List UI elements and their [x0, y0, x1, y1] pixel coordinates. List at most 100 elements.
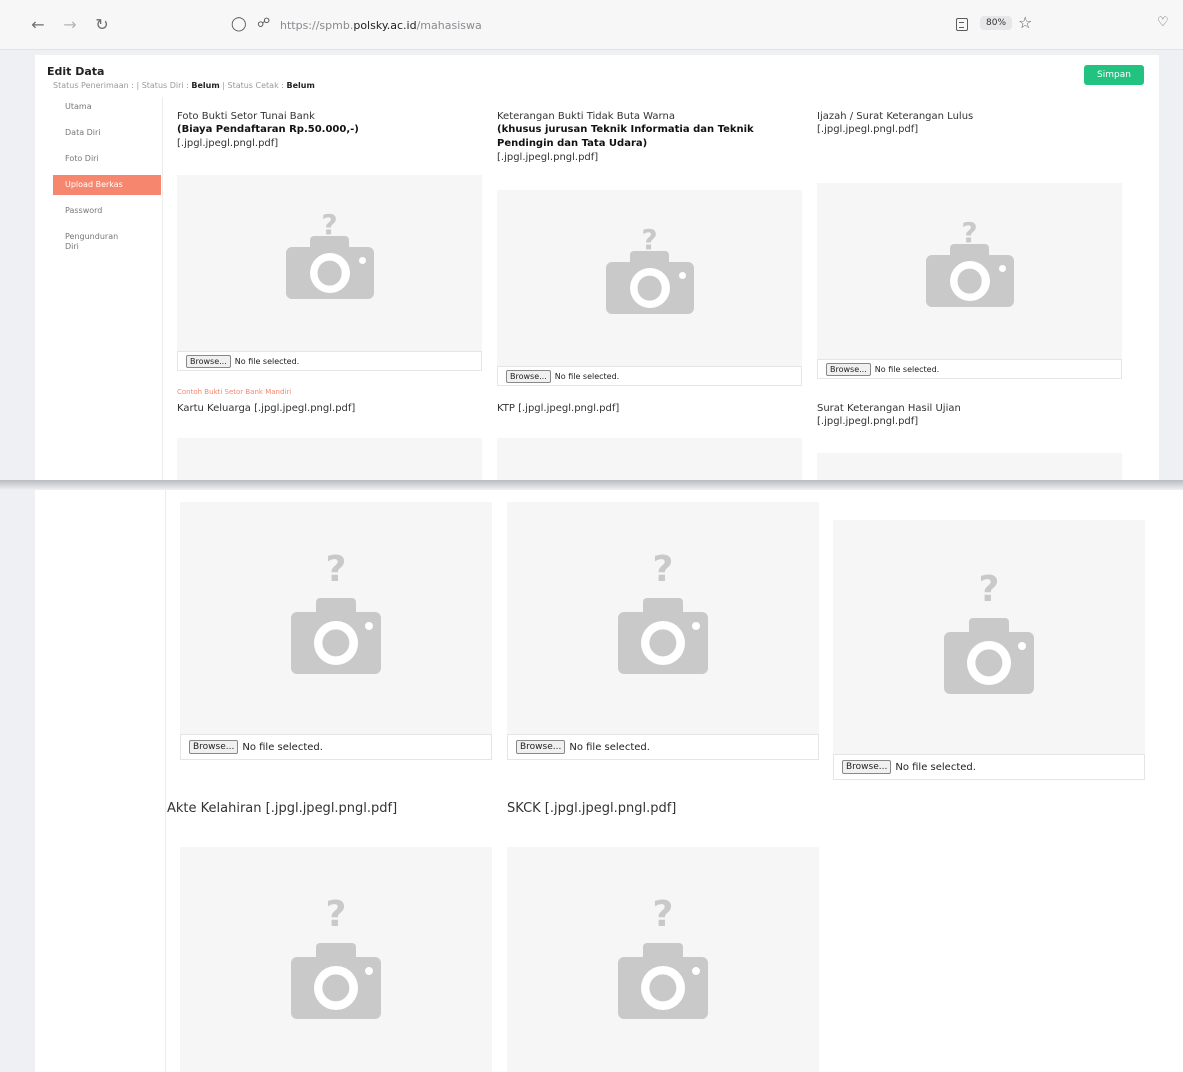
camera-flash-icon — [998, 265, 1006, 272]
upload-setor-label: Foto Bukti Setor Tunai Bank — [177, 111, 315, 122]
browse-button[interactable]: Browse... — [842, 760, 892, 774]
question-mark-icon: ? — [641, 223, 658, 256]
upload-ijazah-preview[interactable]: ? — [817, 183, 1122, 359]
sidebar-item-utama[interactable]: Utama — [53, 97, 161, 117]
upload-ktp-label-block: KTP [.jpgl.jpegl.pngl.pdf] — [497, 402, 807, 415]
upload-setor-preview[interactable]: ? — [177, 175, 482, 351]
question-mark-icon: ? — [961, 216, 978, 249]
contoh-bukti-link[interactable]: Contoh Bukti Setor Bank Mandiri — [177, 388, 291, 396]
upload-kk-file-input[interactable]: Browse... No file selected. — [180, 734, 492, 760]
sidebar-item-upload-berkas[interactable]: Upload Berkas — [53, 175, 161, 195]
camera-lens-icon — [314, 966, 358, 1010]
upload-ktp-file-input[interactable]: Browse... No file selected. — [507, 734, 819, 760]
camera-placeholder-icon — [291, 598, 381, 674]
url-prefix: https://spmb. — [280, 19, 354, 32]
lock-icon[interactable]: ☍ — [257, 16, 270, 31]
upload-ijazah-ext: [.jpgl.jpegl.pngl.pdf] — [817, 124, 919, 135]
browser-toolbar: ← → ↻ ◯ ☍ https://spmb.polsky.ac.id/maha… — [0, 0, 1183, 50]
file-status: No file selected. — [569, 741, 650, 753]
upload-kk-preview[interactable]: ? — [180, 502, 492, 734]
upload-shu-label: Surat Keterangan Hasil Ujian — [817, 403, 961, 414]
upload-buta-warna-file-input[interactable]: Browse... No file selected. — [497, 366, 802, 386]
camera-flash-icon — [692, 622, 700, 630]
upload-kk-label: Kartu Keluarga [.jpgl.jpegl.pngl.pdf] — [177, 403, 356, 414]
camera-flash-icon — [692, 967, 700, 975]
url-text[interactable]: https://spmb.polsky.ac.id/mahasiswa — [280, 19, 482, 32]
camera-placeholder-icon — [618, 943, 708, 1019]
page-bottom-section: ? Browse... No file selected. ? Browse..… — [35, 490, 1183, 1072]
sidebar-item-password[interactable]: Password — [53, 201, 161, 221]
camera-placeholder-icon — [285, 235, 374, 299]
zoom-level-badge[interactable]: 80% — [980, 16, 1013, 30]
upload-ktp-label: KTP [.jpgl.jpegl.pngl.pdf] — [497, 403, 620, 414]
file-status: No file selected. — [895, 761, 976, 773]
file-status: No file selected. — [554, 371, 620, 381]
sidebar: Utama Data Diri Foto Diri Upload Berkas … — [53, 97, 161, 263]
browse-button[interactable]: Browse... — [186, 354, 231, 368]
url-domain: polsky.ac.id — [353, 19, 417, 32]
back-arrow-icon[interactable]: ← — [28, 16, 48, 34]
status-line: Status Penerimaan : | Status Diri : Belu… — [53, 81, 315, 90]
question-mark-icon: ? — [652, 894, 674, 935]
upload-setor-label-block: Foto Bukti Setor Tunai Bank (Biaya Penda… — [177, 110, 487, 150]
upload-akte-label-block: Akte Kelahiran [.jpgl.jpegl.pngl.pdf] — [167, 801, 487, 817]
tracking-shield-icon[interactable]: ◯ — [231, 16, 247, 32]
upload-skck-label: SKCK [.jpgl.jpegl.pngl.pdf] — [507, 801, 677, 816]
upload-buta-warna-preview[interactable]: ? — [497, 190, 802, 366]
upload-skck-preview[interactable]: ? — [507, 847, 819, 1072]
screenshot-split — [0, 480, 1183, 490]
upload-kk-preview-top[interactable] — [177, 438, 482, 480]
save-button[interactable]: Simpan — [1084, 65, 1144, 85]
question-mark-icon: ? — [325, 549, 347, 590]
browse-button[interactable]: Browse... — [826, 362, 871, 376]
upload-akte-preview[interactable]: ? — [180, 847, 492, 1072]
upload-shu-file-input[interactable]: Browse... No file selected. — [833, 754, 1145, 780]
status-cetak-label: | Status Cetak : — [219, 81, 287, 90]
sidebar-item-data-diri[interactable]: Data Diri — [53, 123, 161, 143]
upload-shu-preview[interactable]: ? — [833, 520, 1145, 754]
upload-skck-label-block: SKCK [.jpgl.jpegl.pngl.pdf] — [507, 801, 827, 817]
sidebar-divider — [165, 490, 166, 1072]
status-cetak-value: Belum — [286, 81, 315, 90]
camera-flash-icon — [365, 622, 373, 630]
camera-placeholder-icon — [925, 243, 1014, 307]
status-diri-value: Belum — [191, 81, 220, 90]
sidebar-divider — [162, 97, 163, 480]
upload-ijazah-label-block: Ijazah / Surat Keterangan Lulus [.jpgl.j… — [817, 110, 1127, 136]
camera-flash-icon — [365, 967, 373, 975]
camera-lens-icon — [949, 261, 990, 301]
upload-buta-warna-label: Keterangan Bukti Tidak Buta Warna — [497, 111, 675, 122]
upload-ktp-preview-top[interactable] — [497, 438, 802, 480]
upload-shu-label-block: Surat Keterangan Hasil Ujian [.jpgl.jpeg… — [817, 402, 1127, 428]
camera-lens-icon — [641, 966, 685, 1010]
reader-view-icon[interactable] — [956, 18, 968, 31]
camera-placeholder-icon — [944, 618, 1034, 694]
upload-akte-label: Akte Kelahiran [.jpgl.jpegl.pngl.pdf] — [167, 801, 398, 816]
sidebar-item-pengunduran-diri[interactable]: Pengunduran Diri — [53, 227, 133, 257]
browse-button[interactable]: Browse... — [506, 369, 551, 383]
browse-button[interactable]: Browse... — [516, 740, 566, 754]
question-mark-icon: ? — [321, 208, 338, 241]
upload-setor-file-input[interactable]: Browse... No file selected. — [177, 351, 482, 371]
camera-flash-icon — [1018, 642, 1026, 650]
reload-icon[interactable]: ↻ — [92, 16, 112, 34]
question-mark-icon: ? — [325, 894, 347, 935]
pocket-icon[interactable]: ♡ — [1157, 15, 1169, 30]
camera-lens-icon — [314, 621, 358, 665]
upload-ijazah-label: Ijazah / Surat Keterangan Lulus — [817, 111, 974, 122]
upload-kk-label-block: Kartu Keluarga [.jpgl.jpegl.pngl.pdf] — [177, 402, 487, 415]
browse-button[interactable]: Browse... — [189, 740, 239, 754]
forward-arrow-icon[interactable]: → — [60, 16, 80, 34]
bookmark-star-icon[interactable]: ☆ — [1018, 13, 1032, 32]
upload-ijazah-file-input[interactable]: Browse... No file selected. — [817, 359, 1122, 379]
upload-shu-preview-top[interactable] — [817, 453, 1122, 480]
sidebar-item-foto-diri[interactable]: Foto Diri — [53, 149, 161, 169]
upload-buta-warna-label-block: Keterangan Bukti Tidak Buta Warna (khusu… — [497, 110, 812, 164]
upload-ktp-preview[interactable]: ? — [507, 502, 819, 734]
camera-lens-icon — [309, 253, 350, 293]
camera-placeholder-icon — [291, 943, 381, 1019]
camera-lens-icon — [641, 621, 685, 665]
url-bar[interactable]: ◯ ☍ https://spmb.polsky.ac.id/mahasiswa — [225, 13, 1045, 41]
status-penerimaan-label: Status Penerimaan : | Status Diri : — [53, 81, 192, 90]
question-mark-icon: ? — [652, 549, 674, 590]
